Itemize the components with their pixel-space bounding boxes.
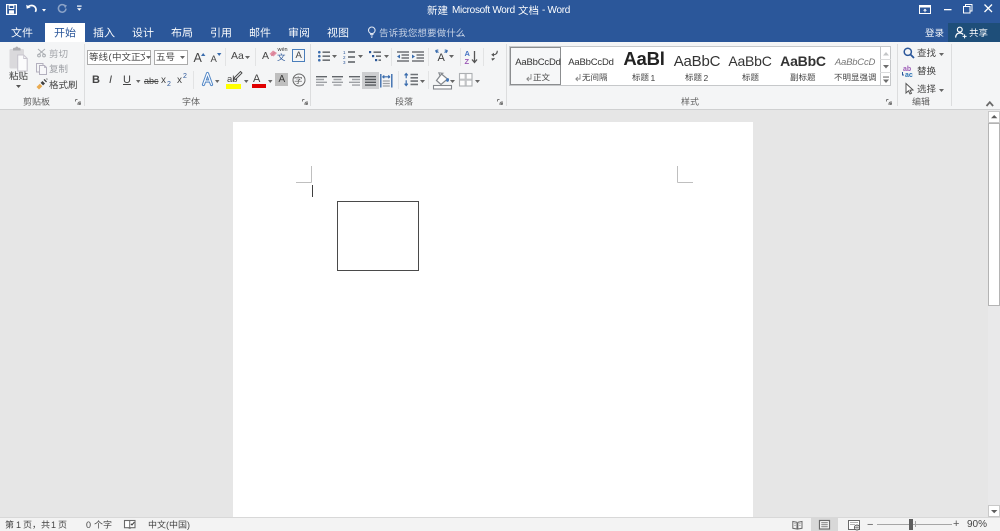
svg-text:Z: Z	[465, 57, 470, 66]
svg-text:A: A	[438, 52, 446, 64]
svg-text:ac: ac	[905, 72, 913, 79]
